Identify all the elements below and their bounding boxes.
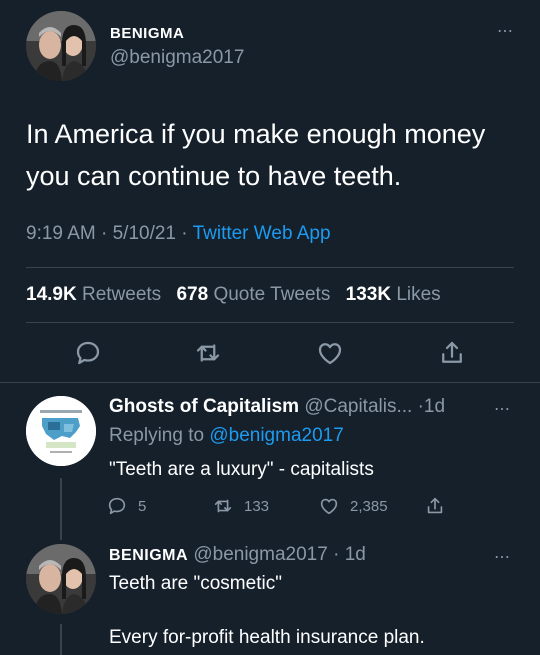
tweet-actions (0, 338, 540, 370)
share-icon (427, 497, 443, 514)
thread-line (60, 478, 62, 540)
tweet-source[interactable]: Twitter Web App (193, 223, 331, 244)
main-tweet-header: BENIGMA @benigma2017 ⋯ (26, 11, 514, 81)
quotes-count[interactable]: 678 (176, 284, 208, 305)
like-button[interactable]: 2,385 (318, 494, 388, 518)
display-name[interactable]: BENIGMA (110, 25, 184, 42)
reply-actions: 5 133 2,385 (106, 494, 466, 518)
tweet-meta: 9:19 AM · 5/10/21 · Twitter Web App (26, 223, 331, 244)
like-icon (320, 498, 338, 515)
handle[interactable]: @Capitalis... (304, 396, 412, 417)
display-name[interactable]: Ghosts of Capitalism (109, 396, 299, 417)
likes-count[interactable]: 133K (346, 284, 391, 305)
divider (26, 322, 514, 323)
more-icon[interactable]: ⋯ (494, 399, 511, 419)
retweet-count: 133 (244, 497, 270, 515)
replying-to: Replying to @benigma2017 (109, 425, 344, 447)
quotes-label[interactable]: Quote Tweets (213, 284, 330, 305)
retweet-icon (214, 499, 232, 513)
reply-text-line: Every for-profit health insurance plan. (109, 627, 425, 648)
retweets-count[interactable]: 14.9K (26, 284, 77, 305)
reply-icon[interactable] (73, 338, 103, 368)
reply-icon (108, 497, 126, 515)
tweet-text: In America if you make enough money you … (26, 113, 516, 197)
reply-count: 5 (138, 497, 147, 515)
more-icon[interactable]: ⋯ (497, 21, 514, 41)
reply-text: "Teeth are a luxury" - capitalists (109, 459, 374, 480)
retweets-label[interactable]: Retweets (82, 284, 161, 305)
reply-header: Ghosts of Capitalism @Capitalis... ·1d (109, 396, 446, 417)
avatar[interactable] (26, 11, 96, 81)
avatar[interactable] (26, 396, 96, 466)
reply-header: BENIGMA @benigma2017 · 1d (109, 544, 366, 565)
tweet-text-line: In America if you make enough money (26, 119, 486, 149)
avatar[interactable] (26, 544, 96, 614)
tweet-time[interactable]: 9:19 AM (26, 223, 96, 244)
tweet-stats: 14.9K Retweets 678 Quote Tweets 133K Lik… (26, 284, 451, 306)
replying-prefix: Replying to (109, 425, 205, 446)
tweet-text-line: you can continue to have teeth. (26, 161, 402, 191)
handle[interactable]: @benigma2017 (110, 47, 244, 69)
handle[interactable]: @benigma2017 (193, 544, 327, 565)
divider (0, 382, 540, 383)
share-button[interactable] (424, 494, 456, 518)
replying-handle[interactable]: @benigma2017 (209, 425, 343, 446)
reply-age[interactable]: 1d (345, 544, 366, 565)
reply-age[interactable]: 1d (424, 396, 445, 417)
like-icon[interactable] (315, 338, 345, 368)
share-icon[interactable] (437, 338, 467, 368)
more-icon[interactable]: ⋯ (494, 547, 511, 567)
tweet-date[interactable]: 5/10/21 (113, 223, 176, 244)
retweet-icon[interactable] (193, 338, 223, 368)
display-name[interactable]: BENIGMA (109, 547, 188, 564)
thread-line (60, 624, 62, 655)
retweet-button[interactable]: 133 (212, 494, 269, 518)
reply-button[interactable]: 5 (106, 494, 146, 518)
reply-text-line: Teeth are "cosmetic" (109, 573, 282, 594)
likes-label[interactable]: Likes (396, 284, 440, 305)
like-count: 2,385 (350, 497, 388, 515)
divider (26, 267, 514, 268)
